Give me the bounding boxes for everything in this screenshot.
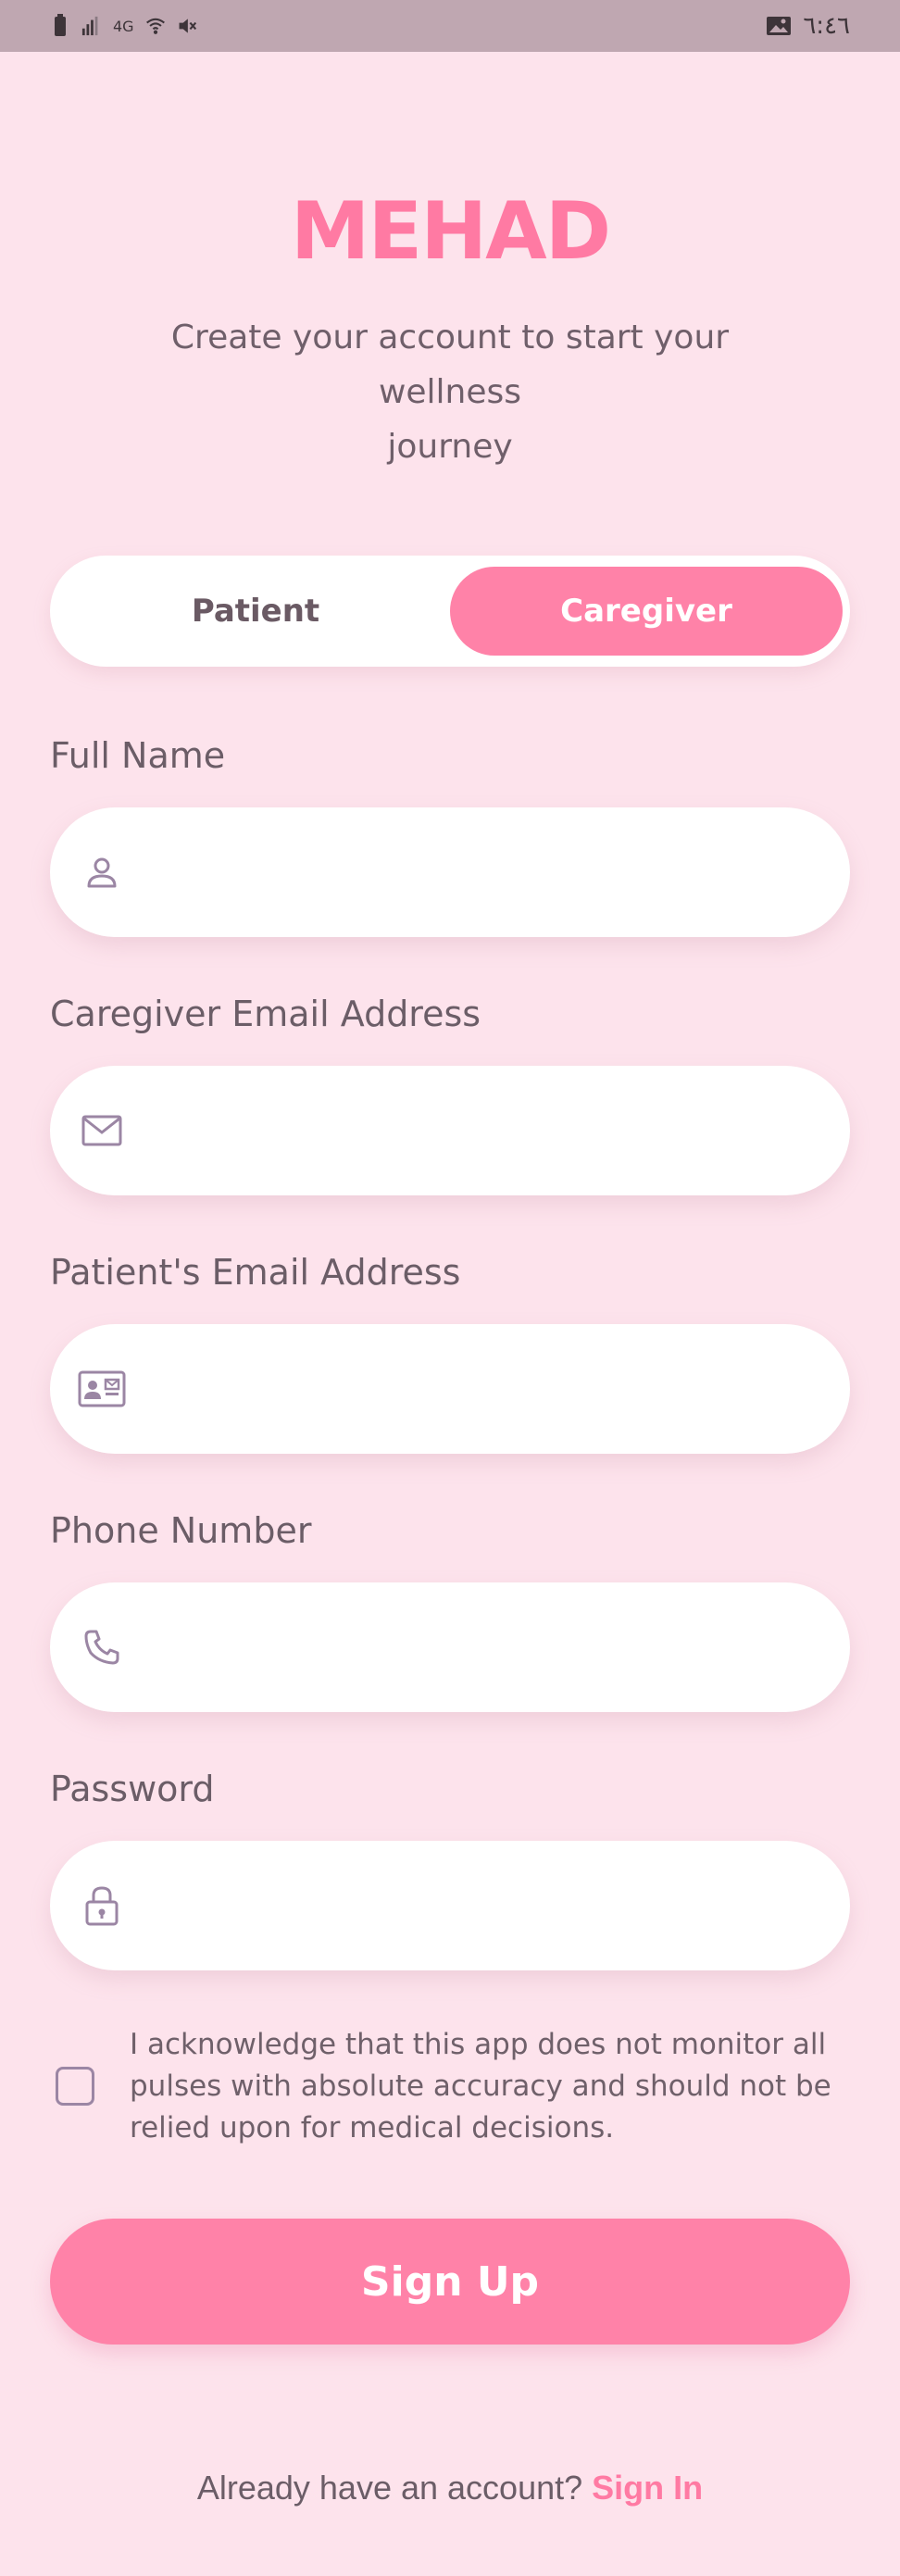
signal-icon — [81, 16, 98, 36]
caregiver-email-field[interactable] — [50, 1066, 850, 1195]
caregiver-email-input[interactable] — [126, 1066, 850, 1195]
status-icons-right: ٦:٤٦ — [766, 12, 850, 40]
patient-email-label: Patient's Email Address — [50, 1252, 461, 1293]
battery-saver-icon — [55, 14, 66, 36]
mail-icon — [78, 1107, 126, 1155]
sign-up-button[interactable]: Sign Up — [50, 2219, 850, 2345]
mute-icon — [179, 19, 196, 33]
sign-in-link[interactable]: Sign In — [592, 2469, 703, 2507]
subtitle-line-3: journey — [387, 428, 513, 466]
password-field[interactable] — [50, 1841, 850, 1970]
acknowledgement-text: I acknowledge that this app does not mon… — [130, 2028, 831, 2145]
lock-icon — [78, 1882, 126, 1930]
contact-card-icon — [78, 1365, 126, 1413]
phone-icon — [78, 1623, 126, 1671]
caregiver-email-label: Caregiver Email Address — [50, 994, 481, 1034]
image-notification-icon — [767, 17, 792, 35]
status-time: ٦:٤٦ — [803, 12, 850, 40]
role-toggle: Patient Caregiver — [50, 556, 850, 667]
full-name-field[interactable] — [50, 807, 850, 937]
signup-subtitle: Create your account to start your wellne… — [148, 310, 752, 474]
network-type-label: 4G — [113, 17, 134, 35]
app-brand-title: MEHAD — [290, 185, 611, 278]
full-name-input[interactable] — [126, 807, 850, 937]
subtitle-line-2: wellness — [378, 373, 522, 411]
status-icons-left: 4G — [50, 14, 197, 38]
wifi-icon — [145, 18, 165, 34]
status-bar: 4G ٦:٤٦ — [0, 0, 900, 52]
phone-number-input[interactable] — [126, 1582, 850, 1712]
role-option-caregiver[interactable]: Caregiver — [450, 567, 843, 656]
sign-in-prompt: Already have an account? — [196, 2469, 583, 2507]
patient-email-field[interactable] — [50, 1324, 850, 1454]
patient-email-input[interactable] — [126, 1324, 850, 1454]
subtitle-line-1: Create your account to start your — [170, 319, 730, 356]
phone-number-field[interactable] — [50, 1582, 850, 1712]
role-option-patient[interactable]: Patient — [59, 567, 452, 656]
password-input[interactable] — [126, 1841, 850, 1970]
sign-in-row: Already have an account? Sign In — [0, 2469, 900, 2507]
full-name-label: Full Name — [50, 735, 226, 776]
person-icon — [78, 848, 126, 896]
acknowledgement-row: I acknowledge that this app does not mon… — [56, 2024, 852, 2149]
phone-number-label: Phone Number — [50, 1510, 312, 1551]
password-label: Password — [50, 1769, 215, 1809]
acknowledgement-checkbox[interactable] — [56, 2067, 94, 2106]
